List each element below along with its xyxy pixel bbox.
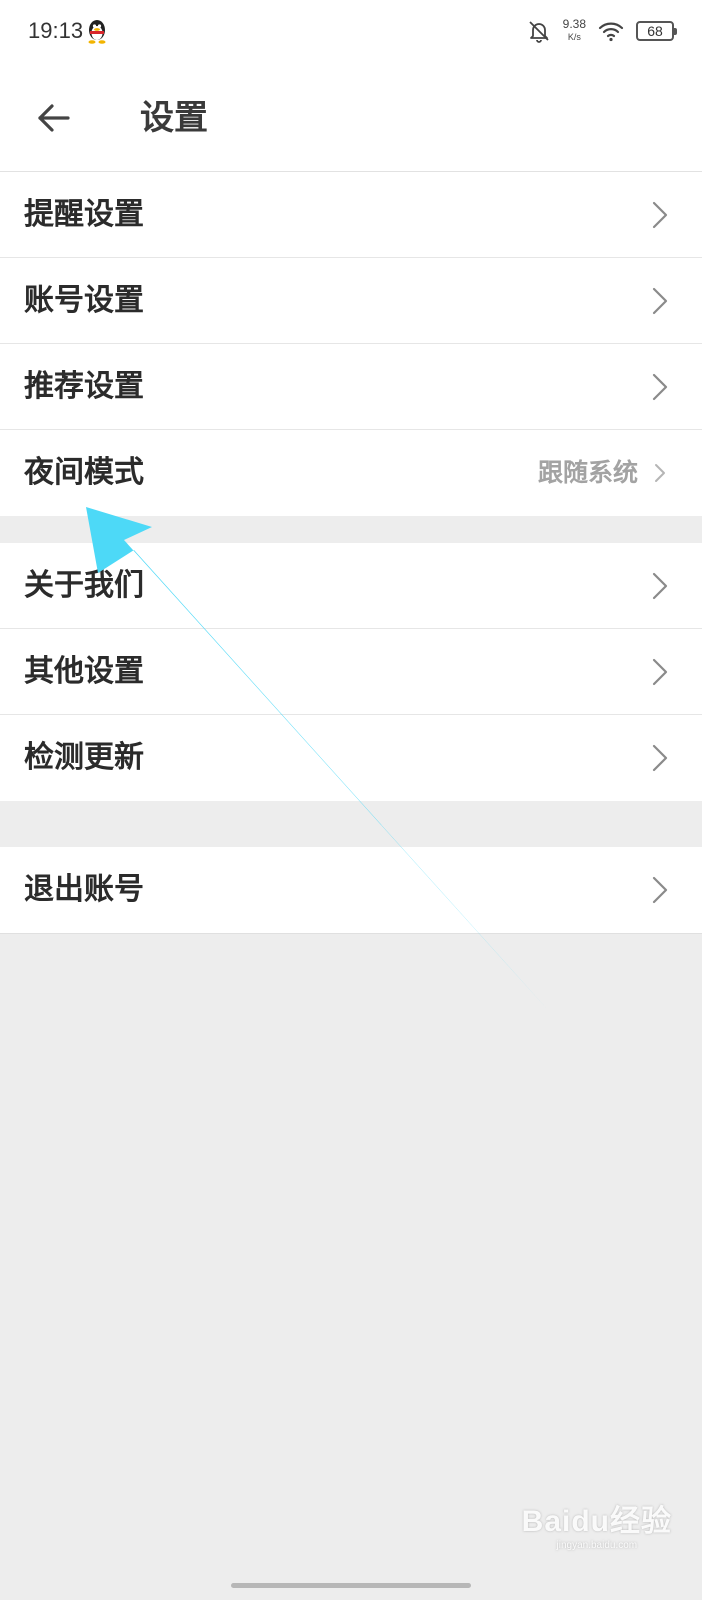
settings-group-1: 提醒设置 账号设置 推荐设置 夜间模式 跟随系统 <box>0 172 702 516</box>
chevron-right-icon <box>655 464 665 482</box>
night-mode-value: 跟随系统 <box>537 458 638 487</box>
reminder-settings-item[interactable]: 提醒设置 <box>0 172 702 258</box>
check-update-item[interactable]: 检测更新 <box>0 715 702 801</box>
baidu-jingyan-watermark: Baidu经验 jingyan.baidu.com <box>522 1496 672 1551</box>
net-speed-value: 9.38 <box>562 17 586 31</box>
chevron-right-icon <box>652 572 668 600</box>
qq-penguin-icon <box>88 20 106 44</box>
status-icons: 9.38 K/s 68 <box>527 14 677 48</box>
recommend-settings-item[interactable]: 推荐设置 <box>0 344 702 430</box>
night-mode-item[interactable]: 夜间模式 跟随系统 <box>0 430 702 516</box>
item-label: 关于我们 <box>24 568 144 603</box>
home-indicator[interactable] <box>231 1583 471 1588</box>
status-time: 19:13 <box>28 18 84 43</box>
other-settings-item[interactable]: 其他设置 <box>0 629 702 715</box>
chevron-right-icon <box>652 201 668 229</box>
account-settings-item[interactable]: 账号设置 <box>0 258 702 344</box>
chevron-right-icon <box>652 876 668 904</box>
item-label: 推荐设置 <box>24 369 144 404</box>
settings-group-2: 关于我们 其他设置 检测更新 <box>0 543 702 801</box>
item-label: 其他设置 <box>24 654 144 689</box>
battery-level: 68 <box>647 23 663 39</box>
item-label: 退出账号 <box>24 872 144 907</box>
item-label: 提醒设置 <box>24 197 144 232</box>
logout-item[interactable]: 退出账号 <box>0 847 702 933</box>
watermark-logo: Baidu经验 <box>521 1505 672 1538</box>
bell-muted-icon <box>529 21 549 43</box>
about-us-item[interactable]: 关于我们 <box>0 543 702 629</box>
chevron-right-icon <box>652 658 668 686</box>
chevron-right-icon <box>652 287 668 315</box>
wifi-icon <box>598 22 624 42</box>
net-speed-unit: K/s <box>567 32 581 42</box>
back-button[interactable] <box>28 92 80 144</box>
item-label: 检测更新 <box>24 740 144 775</box>
item-label: 夜间模式 <box>24 455 144 490</box>
chevron-right-icon <box>652 744 668 772</box>
back-arrow-icon <box>38 104 70 132</box>
item-label: 账号设置 <box>24 283 144 318</box>
chevron-right-icon <box>652 373 668 401</box>
battery-icon: 68 <box>636 21 677 41</box>
net-speed: 9.38 K/s <box>563 18 586 44</box>
header-bar: 设置 <box>0 64 702 172</box>
status-bar: 19:13 9.38 K/s 68 <box>0 0 702 64</box>
page-title: 设置 <box>140 98 208 138</box>
settings-group-3: 退出账号 <box>0 847 702 934</box>
watermark-url: jingyan.baidu.com <box>556 1540 638 1551</box>
